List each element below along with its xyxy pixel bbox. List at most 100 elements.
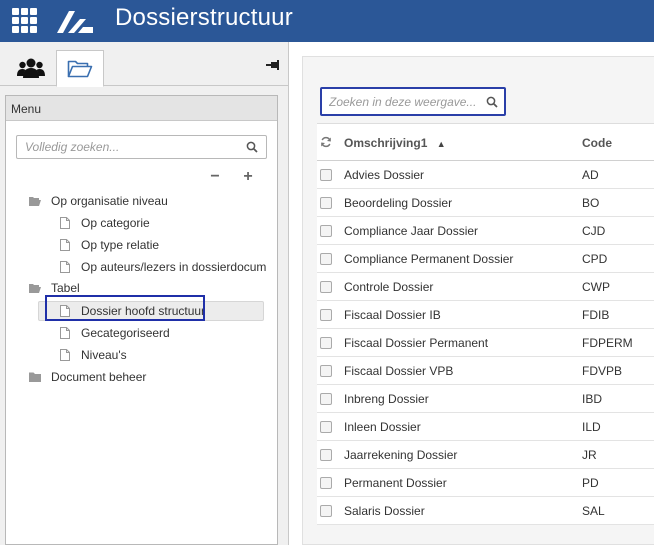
column-header-code[interactable]: Code	[582, 136, 612, 150]
row-checkbox[interactable]	[320, 225, 332, 237]
table-row[interactable]: Salaris Dossier SAL	[317, 497, 654, 525]
document-icon	[60, 217, 70, 229]
row-omschrijving: Controle Dossier	[344, 280, 434, 294]
row-omschrijving: Advies Dossier	[344, 168, 425, 182]
row-omschrijving: Permanent Dossier	[344, 476, 447, 490]
row-checkbox[interactable]	[320, 477, 332, 489]
tree-item-label: Op organisatie niveau	[51, 194, 168, 208]
tree-item-label: Op auteurs/lezers in dossierdocum	[81, 260, 267, 274]
view-search-box	[320, 87, 506, 116]
row-checkbox[interactable]	[320, 421, 332, 433]
row-omschrijving: Inleen Dossier	[344, 420, 421, 434]
table-row[interactable]: Fiscaal Dossier Permanent FDPERM	[317, 329, 654, 357]
tree-item-document-beheer[interactable]: Document beheer	[28, 367, 146, 387]
row-code: FDVPB	[582, 364, 623, 378]
tab-folders[interactable]	[56, 50, 104, 87]
tree-item-tabel[interactable]: Tabel	[28, 278, 80, 298]
menu-panel: Menu − + Op organisatie niveau Op catego…	[5, 95, 278, 545]
search-icon[interactable]	[246, 141, 258, 153]
table-row[interactable]: Inbreng Dossier IBD	[317, 385, 654, 413]
row-omschrijving: Inbreng Dossier	[344, 392, 429, 406]
folder-open-icon	[29, 284, 41, 293]
table-header: Omschrijving1 ▲ Code	[317, 124, 654, 161]
row-checkbox[interactable]	[320, 281, 332, 293]
table-row[interactable]: Permanent Dossier PD	[317, 469, 654, 497]
row-checkbox[interactable]	[320, 253, 332, 265]
row-code: AD	[582, 168, 599, 182]
row-code: CJD	[582, 224, 606, 238]
row-checkbox[interactable]	[320, 365, 332, 377]
tree-item-dossier-hoofd-structuur[interactable]: Dossier hoofd structuur	[38, 301, 264, 321]
row-omschrijving: Fiscaal Dossier IB	[344, 308, 441, 322]
app-launcher-icon[interactable]	[12, 8, 38, 34]
tree-item-niveaus[interactable]: Niveau's	[58, 345, 127, 365]
document-icon	[60, 327, 70, 339]
table-row[interactable]: Compliance Permanent Dossier CPD	[317, 245, 654, 273]
tab-people[interactable]	[9, 50, 53, 86]
full-search-box	[16, 135, 267, 159]
tree-item-label: Tabel	[51, 281, 80, 295]
tree-item-label: Gecategoriseerd	[81, 326, 170, 340]
row-code: ILD	[582, 420, 601, 434]
row-checkbox[interactable]	[320, 393, 332, 405]
tree-item-label: Op type relatie	[81, 238, 160, 252]
row-checkbox[interactable]	[320, 337, 332, 349]
row-omschrijving: Jaarrekening Dossier	[344, 448, 458, 462]
tree-item-categorie[interactable]: Op categorie	[58, 213, 150, 233]
row-checkbox[interactable]	[320, 449, 332, 461]
tree-item-type-relatie[interactable]: Op type relatie	[58, 235, 159, 255]
tree-item-label: Document beheer	[51, 370, 147, 384]
menu-header: Menu	[6, 96, 277, 121]
table-row[interactable]: Advies Dossier AD	[317, 161, 654, 189]
row-checkbox[interactable]	[320, 309, 332, 321]
full-search-input[interactable]	[17, 136, 237, 158]
sort-ascending-icon: ▲	[436, 139, 446, 149]
row-omschrijving: Fiscaal Dossier Permanent	[344, 336, 489, 350]
view-search-input[interactable]	[322, 89, 477, 114]
document-icon	[60, 305, 70, 317]
data-table: Omschrijving1 ▲ Code Advies Dossier AD Beo…	[317, 123, 654, 525]
tree-item-auteurs-lezers[interactable]: Op auteurs/lezers in dossierdocum	[58, 257, 266, 277]
table-row[interactable]: Compliance Jaar Dossier CJD	[317, 217, 654, 245]
table-row[interactable]: Controle Dossier CWP	[317, 273, 654, 301]
column-header-label: Omschrijving1	[344, 136, 428, 150]
row-omschrijving: Beoordeling Dossier	[344, 196, 453, 210]
row-code: CPD	[582, 252, 608, 266]
folder-icon	[29, 372, 41, 382]
table-row[interactable]: Fiscaal Dossier IB FDIB	[317, 301, 654, 329]
table-row[interactable]: Jaarrekening Dossier JR	[317, 441, 654, 469]
table-row[interactable]: Fiscaal Dossier VPB FDVPB	[317, 357, 654, 385]
row-code: SAL	[582, 504, 605, 518]
view-container: Omschrijving1 ▲ Code Advies Dossier AD Beo…	[302, 56, 654, 545]
row-checkbox[interactable]	[320, 169, 332, 181]
tree-item-label: Op categorie	[81, 216, 150, 230]
document-icon	[60, 261, 70, 273]
row-code: PD	[582, 476, 599, 490]
pin-icon[interactable]	[266, 58, 282, 72]
table-row[interactable]: Inleen Dossier ILD	[317, 413, 654, 441]
expand-all-button[interactable]: +	[241, 169, 255, 185]
row-checkbox[interactable]	[320, 197, 332, 209]
tree-item-label: Dossier hoofd structuur	[81, 304, 206, 318]
search-icon[interactable]	[486, 96, 498, 108]
logo-icon	[57, 11, 93, 33]
left-panel: Menu − + Op organisatie niveau Op catego…	[0, 42, 289, 545]
row-omschrijving: Compliance Jaar Dossier	[344, 224, 479, 238]
row-checkbox[interactable]	[320, 505, 332, 517]
right-panel: Omschrijving1 ▲ Code Advies Dossier AD Beo…	[289, 42, 654, 545]
row-code: IBD	[582, 392, 603, 406]
column-header-omschrijving[interactable]: Omschrijving1 ▲	[344, 136, 446, 150]
tree-item-label: Niveau's	[81, 348, 127, 362]
document-icon	[60, 239, 70, 251]
tree-item-gecategoriseerd[interactable]: Gecategoriseerd	[58, 323, 170, 343]
table-row[interactable]: Beoordeling Dossier BO	[317, 189, 654, 217]
collapse-all-button[interactable]: −	[208, 169, 222, 185]
row-code: BO	[582, 196, 600, 210]
row-code: JR	[582, 448, 597, 462]
row-omschrijving: Salaris Dossier	[344, 504, 425, 518]
refresh-icon[interactable]	[320, 136, 332, 148]
tree-item-organisatie[interactable]: Op organisatie niveau	[28, 191, 168, 211]
app-title: Dossierstructuur	[115, 4, 293, 31]
row-code: FDIB	[582, 308, 610, 322]
row-code: FDPERM	[582, 336, 633, 350]
